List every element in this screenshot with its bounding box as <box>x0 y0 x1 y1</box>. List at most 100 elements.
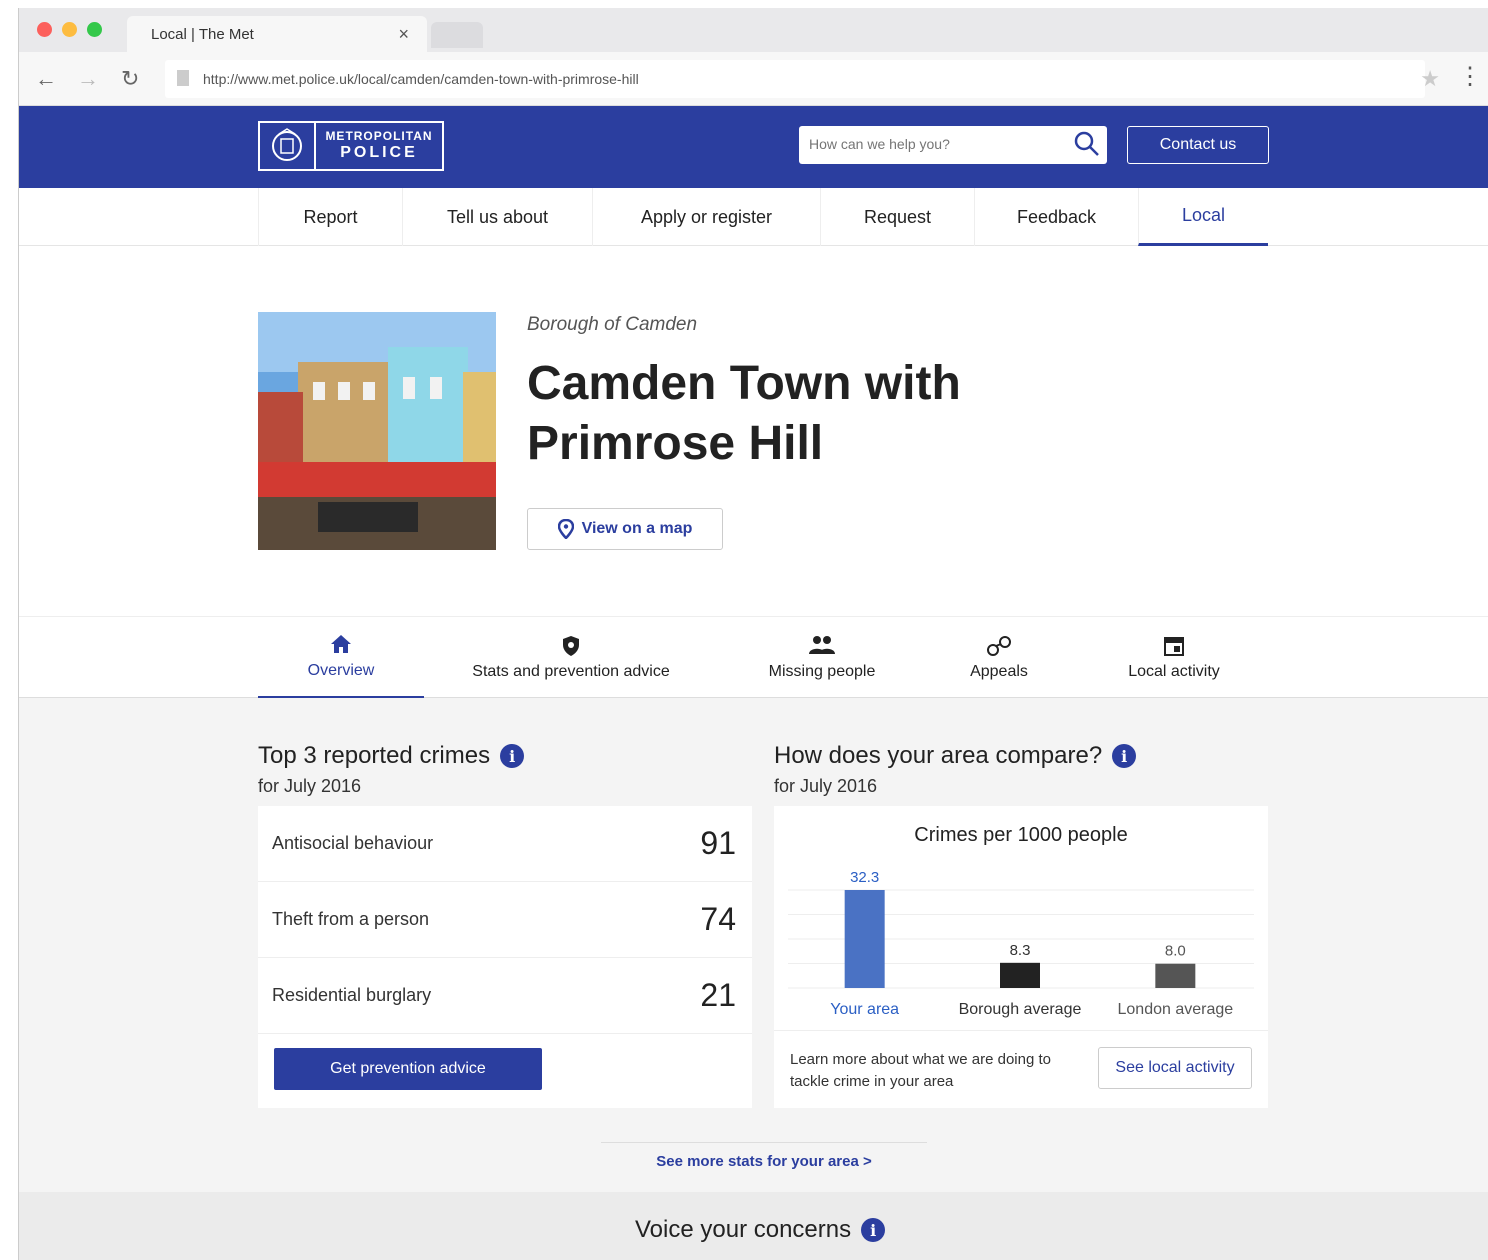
chart-value-label: 32.3 <box>850 869 879 886</box>
reload-icon[interactable]: ↻ <box>121 66 139 92</box>
crest-icon <box>260 123 316 169</box>
people-icon <box>807 635 837 657</box>
nav-local[interactable]: Local <box>1138 188 1268 246</box>
browser-window: Local | The Met × ← → ↻ http://www.met.p… <box>18 8 1488 1260</box>
crime-name: Antisocial behaviour <box>272 833 434 853</box>
tab-missing-people-label: Missing people <box>768 663 876 680</box>
contact-us-button[interactable]: Contact us <box>1127 126 1269 164</box>
view-on-map-button[interactable]: View on a map <box>527 508 723 550</box>
compare-card: Crimes per 1000 people 32.3 Your area 8.3 B… <box>774 806 1268 1108</box>
handcuffs-icon <box>986 635 1012 657</box>
title-line-2: Primrose Hill <box>527 417 824 470</box>
top-crimes-card: Antisocial behaviour 91 Theft from a per… <box>258 806 752 1108</box>
chart-value-label: 8.0 <box>1165 943 1186 960</box>
get-prevention-advice-button[interactable]: Get prevention advice <box>274 1048 542 1090</box>
tab-missing-people[interactable]: Missing people <box>749 617 895 699</box>
logo-line-2: POLICE <box>340 144 418 162</box>
compare-period: for July 2016 <box>774 776 878 796</box>
back-arrow-icon[interactable]: ← <box>35 66 57 92</box>
view-on-map-label: View on a map <box>581 520 693 537</box>
see-more-stats-link[interactable]: See more stats for your area > <box>601 1142 927 1170</box>
chart-category-label: London average <box>1118 1001 1234 1018</box>
crimes-bar-chart: 32.3 Your area 8.3 Borough average 8.0 London… <box>788 869 1254 1018</box>
crime-row: Theft from a person 74 <box>258 882 752 958</box>
bookmark-star-icon[interactable]: ★ <box>1420 66 1440 92</box>
tab-overview-label: Overview <box>307 661 375 679</box>
tab-local-activity-label: Local activity <box>1128 663 1220 680</box>
voice-concerns-section: Voice your concerns i <box>19 1192 1488 1260</box>
close-window-button[interactable] <box>37 22 52 37</box>
info-icon[interactable]: i <box>861 1218 886 1242</box>
top-crimes-period: for July 2016 <box>258 776 362 796</box>
title-line-1: Camden Town with <box>527 357 961 410</box>
tab-local-activity[interactable]: Local activity <box>1109 617 1239 699</box>
crime-name: Theft from a person <box>272 909 430 929</box>
new-tab-button[interactable] <box>431 22 483 48</box>
browser-menu-icon[interactable]: ⋮ <box>1458 62 1482 91</box>
nav-apply-or-register[interactable]: Apply or register <box>592 188 820 246</box>
top-crimes-heading: Top 3 reported crimes i <box>258 742 525 770</box>
tab-overview[interactable]: Overview <box>258 617 424 699</box>
minimize-window-button[interactable] <box>62 22 77 37</box>
compare-footer: Learn more about what we are doing to ta… <box>774 1030 1268 1108</box>
compare-title: How does your area compare? <box>774 742 1103 769</box>
logo-text: METROPOLITAN POLICE <box>316 123 442 169</box>
see-local-activity-button[interactable]: See local activity <box>1098 1047 1252 1089</box>
main-nav: Report Tell us about Apply or register R… <box>19 188 1488 246</box>
map-pin-icon <box>557 519 574 539</box>
shield-icon <box>561 635 581 657</box>
chart-bar <box>844 890 885 988</box>
maximize-window-button[interactable] <box>87 22 102 37</box>
tab-stats-label: Stats and prevention advice <box>472 663 670 680</box>
tab-appeals[interactable]: Appeals <box>949 617 1049 699</box>
tab-title: Local | The Met <box>151 26 254 43</box>
nav-request[interactable]: Request <box>820 188 974 246</box>
borough-label: Borough of Camden <box>527 314 698 335</box>
page-title: Camden Town with Primrose Hill <box>527 354 1127 474</box>
tab-stats-and-prevention[interactable]: Stats and prevention advice <box>459 617 683 699</box>
crime-count: 21 <box>700 977 736 1013</box>
browser-tab[interactable]: Local | The Met × <box>127 16 427 52</box>
window-controls <box>37 22 102 37</box>
chart-bar <box>1000 962 1040 988</box>
info-icon[interactable]: i <box>500 744 525 768</box>
met-police-logo[interactable]: METROPOLITAN POLICE <box>258 121 444 171</box>
voice-title: Voice your concerns <box>635 1216 852 1243</box>
crime-count: 74 <box>700 901 736 937</box>
close-tab-icon[interactable]: × <box>398 24 409 45</box>
compare-heading: How does your area compare? i <box>774 742 1137 770</box>
page-icon <box>177 70 189 86</box>
chart-value-label: 8.3 <box>1010 942 1031 959</box>
top-crimes-title: Top 3 reported crimes <box>258 742 491 769</box>
crime-name: Residential burglary <box>272 985 432 1005</box>
nav-feedback[interactable]: Feedback <box>974 188 1138 246</box>
chart-category-label: Your area <box>830 1001 899 1018</box>
home-icon <box>330 634 352 656</box>
stats-section: Top 3 reported crimes i for July 2016 An… <box>19 698 1488 1192</box>
voice-heading: Voice your concerns i <box>635 1216 886 1244</box>
calendar-icon <box>1163 635 1185 657</box>
tab-bar: Local | The Met × <box>19 8 1488 52</box>
forward-arrow-icon[interactable]: → <box>77 66 99 92</box>
hero-section: Borough of Camden Camden Town with Primr… <box>19 246 1488 616</box>
info-icon[interactable]: i <box>1112 744 1137 768</box>
site-search <box>799 126 1107 164</box>
chart-bar <box>1155 963 1196 988</box>
nav-report[interactable]: Report <box>258 188 402 246</box>
url-text: http://www.met.police.uk/local/camden/ca… <box>203 71 639 87</box>
camden-street-photo <box>258 312 496 550</box>
section-tabs: Overview Stats and prevention advice Mis… <box>19 616 1488 699</box>
search-icon[interactable] <box>1073 130 1101 163</box>
site-header: METROPOLITAN POLICE Contact us <box>19 106 1488 188</box>
url-field[interactable]: http://www.met.police.uk/local/camden/ca… <box>165 60 1425 98</box>
nav-tell-us-about[interactable]: Tell us about <box>402 188 592 246</box>
tab-appeals-label: Appeals <box>970 663 1028 680</box>
chart-category-label: Borough average <box>959 1001 1082 1018</box>
search-input[interactable] <box>799 126 1059 162</box>
chart-title: Crimes per 1000 people <box>914 824 1128 846</box>
compare-footer-text: Learn more about what we are doing to ta… <box>790 1051 1051 1090</box>
crime-row: Antisocial behaviour 91 <box>258 806 752 882</box>
logo-line-1: METROPOLITAN <box>325 129 433 143</box>
address-bar-row: ← → ↻ http://www.met.police.uk/local/cam… <box>19 52 1488 106</box>
crime-row: Residential burglary 21 <box>258 958 752 1034</box>
